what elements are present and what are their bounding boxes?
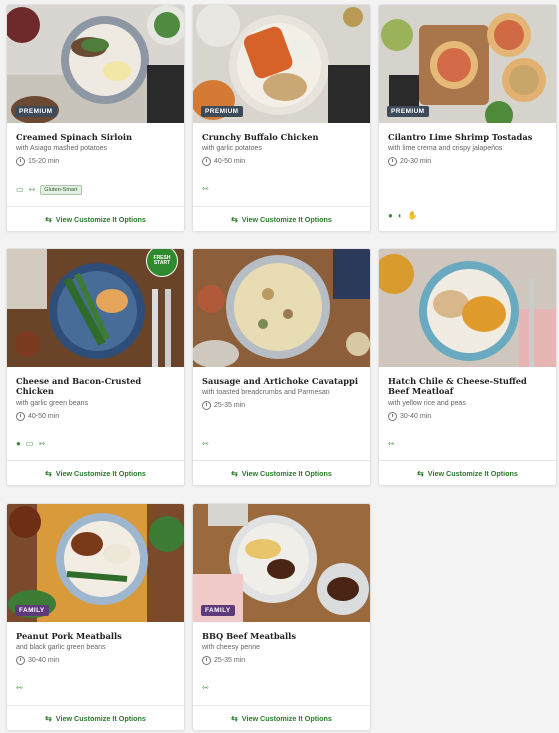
clock-icon xyxy=(202,401,211,411)
cook-time: 25-35 min xyxy=(202,656,361,666)
attribute-icons: ⇿ xyxy=(16,684,23,692)
calorie-smart-icon: ⇿ xyxy=(38,439,46,448)
swap-icon: ⇆ xyxy=(45,468,52,478)
meal-subtitle: with garlic potatoes xyxy=(202,145,262,153)
customize-options-link[interactable]: ⇆ View Customize It Options xyxy=(7,206,184,231)
clock-icon xyxy=(16,656,25,666)
customize-options-link[interactable]: ⇆ View Customize It Options xyxy=(379,460,556,485)
swap-icon: ⇆ xyxy=(417,468,424,478)
meal-title[interactable]: Crunchy Buffalo Chicken xyxy=(202,132,361,142)
meal-subtitle: and black garlic green beans xyxy=(16,644,106,652)
meal-title[interactable]: Cheese and Bacon-Crusted Chicken xyxy=(16,376,175,397)
swap-icon: ⇆ xyxy=(45,214,52,224)
customize-options-link[interactable]: ⇆ View Customize It Options xyxy=(193,460,370,485)
meal-title[interactable]: Creamed Spinach Sirloin xyxy=(16,132,175,142)
attribute-icons: ● ◐ ✋ xyxy=(388,212,418,220)
clock-icon xyxy=(202,656,211,666)
cook-time: 40-50 min xyxy=(202,157,361,167)
kid-friendly-icon: ▭ xyxy=(16,185,24,194)
meal-title[interactable]: Peanut Pork Meatballs xyxy=(16,631,175,641)
customize-options-link[interactable]: ⇆ View Customize It Options xyxy=(7,460,184,485)
swap-icon: ⇆ xyxy=(231,468,238,478)
cook-time: 15-20 min xyxy=(16,157,175,167)
premium-badge: PREMIUM xyxy=(387,106,429,117)
cook-time: 30-40 min xyxy=(388,411,547,421)
cook-time: 40-50 min xyxy=(16,411,175,421)
spicy-icon: ◐ xyxy=(397,211,403,220)
meal-image[interactable]: PREMIUM xyxy=(379,5,556,123)
meal-image[interactable]: PREMIUM xyxy=(7,5,184,123)
fresh-start-icon: ● xyxy=(16,439,21,448)
calorie-smart-icon: ⇿ xyxy=(16,683,23,692)
meal-image[interactable]: PREMIUM xyxy=(193,5,370,123)
meal-image[interactable]: FRESH START xyxy=(7,249,184,367)
swap-icon: ⇆ xyxy=(45,713,52,723)
meal-subtitle: with toasted breadcrumbs and Parmesan xyxy=(202,389,330,397)
clock-icon xyxy=(202,157,211,167)
clock-icon xyxy=(388,157,397,167)
family-badge: FAMILY xyxy=(201,605,235,616)
calorie-smart-icon: ⇿ xyxy=(202,683,209,692)
hand-on-icon: ✋ xyxy=(407,211,418,220)
premium-badge: PREMIUM xyxy=(15,106,57,117)
customize-options-link[interactable]: ⇆ View Customize It Options xyxy=(193,705,370,730)
meal-image[interactable] xyxy=(379,249,556,367)
kid-friendly-icon: ▭ xyxy=(25,439,34,448)
calorie-smart-icon: ⇿ xyxy=(388,439,395,448)
meal-subtitle: with cheesy penne xyxy=(202,644,260,652)
calorie-smart-icon: ⇿ xyxy=(202,439,209,448)
fresh-start-icon: ● xyxy=(388,211,393,220)
meal-image[interactable]: FAMILY xyxy=(7,504,184,622)
meal-title[interactable]: Hatch Chile & Cheese-Stuffed Beef Meatlo… xyxy=(388,376,547,397)
attribute-icons: ● ▭ ⇿ xyxy=(16,440,45,448)
cook-time: 30-40 min xyxy=(16,656,175,666)
cook-time: 25-35 min xyxy=(202,401,361,411)
family-badge: FAMILY xyxy=(15,605,49,616)
premium-badge: PREMIUM xyxy=(201,106,243,117)
meal-card[interactable]: Hatch Chile & Cheese-Stuffed Beef Meatlo… xyxy=(378,248,557,486)
meal-title[interactable]: Sausage and Artichoke Cavatappi xyxy=(202,376,361,386)
meal-card[interactable]: FAMILY BBQ Beef Meatballs with cheesy pe… xyxy=(192,503,371,731)
meal-card[interactable]: FRESH START Cheese and Bacon-Crusted Chi… xyxy=(6,248,185,486)
meal-card[interactable]: FAMILY Peanut Pork Meatballs and black g… xyxy=(6,503,185,731)
meal-image[interactable]: FAMILY xyxy=(193,504,370,622)
meal-subtitle: with lime crema and crispy jalapeños xyxy=(388,145,503,153)
meal-subtitle: with Asiago mashed potatoes xyxy=(16,145,108,153)
attribute-icons: ▭ ⇿ Gluten-Smart xyxy=(16,185,82,195)
meal-card[interactable]: PREMIUM Crunchy Buffalo Chicken with gar… xyxy=(192,4,371,232)
clock-icon xyxy=(388,411,397,421)
attribute-icons: ⇿ xyxy=(388,440,395,448)
customize-options-link[interactable]: ⇆ View Customize It Options xyxy=(7,705,184,730)
meal-card[interactable]: Sausage and Artichoke Cavatappi with toa… xyxy=(192,248,371,486)
customize-options-link[interactable]: ⇆ View Customize It Options xyxy=(193,206,370,231)
meal-subtitle: with yellow rice and peas xyxy=(388,399,466,407)
swap-icon: ⇆ xyxy=(231,713,238,723)
meal-subtitle: with garlic green beans xyxy=(16,399,88,407)
cook-time: 20-30 min xyxy=(388,157,547,167)
swap-icon: ⇆ xyxy=(231,214,238,224)
calorie-smart-icon: ⇿ xyxy=(28,185,36,194)
meal-card[interactable]: PREMIUM Cilantro Lime Shrimp Tostadas wi… xyxy=(378,4,557,232)
meal-title[interactable]: BBQ Beef Meatballs xyxy=(202,631,361,641)
clock-icon xyxy=(16,411,25,421)
calorie-smart-icon: ⇿ xyxy=(202,184,209,193)
gluten-smart-tag: Gluten-Smart xyxy=(40,185,82,195)
meal-title[interactable]: Cilantro Lime Shrimp Tostadas xyxy=(388,132,547,142)
meal-card[interactable]: PREMIUM Creamed Spinach Sirloin with Asi… xyxy=(6,4,185,232)
attribute-icons: ⇿ xyxy=(202,440,209,448)
meal-image[interactable] xyxy=(193,249,370,367)
attribute-icons: ⇿ xyxy=(202,185,209,193)
clock-icon xyxy=(16,157,25,167)
attribute-icons: ⇿ xyxy=(202,684,209,692)
